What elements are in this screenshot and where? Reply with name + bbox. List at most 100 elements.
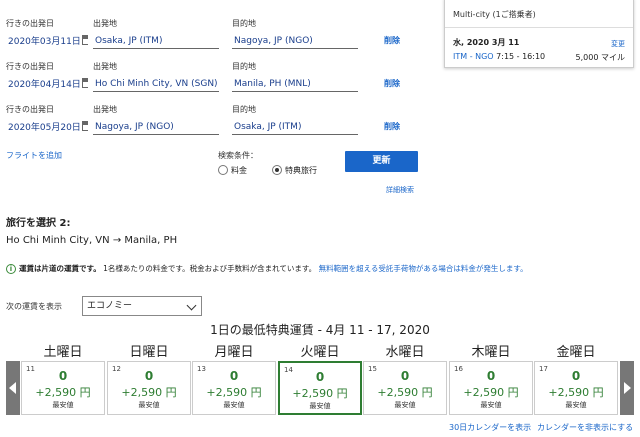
calendar-icon[interactable] — [81, 78, 88, 88]
day-fee: +2,590 円 — [121, 386, 177, 399]
departure-date-field[interactable]: 2020年04月14日 — [6, 78, 88, 92]
destination-label: 目的地 — [232, 62, 256, 71]
option-award-label: 特典旅行 — [285, 166, 317, 175]
day-of-week-label: 水曜日 — [385, 345, 425, 360]
calendar-day-cell[interactable]: 11 0 +2,590 円 最安値 — [21, 361, 105, 415]
show-30day-calendar-link[interactable]: 30日カレンダーを表示 — [449, 422, 531, 433]
hide-calendar-link[interactable]: カレンダーを非表示にする — [537, 422, 633, 433]
summary-time: 7:15 - 16:10 — [496, 52, 546, 61]
departure-date-field[interactable]: 2020年03月11日 — [6, 35, 88, 49]
summary-route-line: ITM - NGO 7:15 - 16:10 — [453, 52, 545, 61]
day-miles: 0 — [229, 369, 239, 383]
calendar-icon[interactable] — [81, 35, 88, 45]
delete-flight-link[interactable]: 削除 — [384, 121, 400, 132]
departure-date-field[interactable]: 2020年05月20日 — [6, 121, 88, 135]
day-fee: +2,590 円 — [292, 387, 348, 400]
day-of-week-label: 火曜日 — [300, 345, 340, 360]
calendar-day-cell[interactable]: 17 0 +2,590 円 最安値 — [534, 361, 618, 415]
departure-date-value: 2020年05月20日 — [8, 123, 81, 133]
update-button[interactable]: 更新 — [345, 151, 418, 172]
lowest-fare-tag: 最安値 — [394, 401, 416, 409]
day-fee: +2,590 円 — [548, 386, 604, 399]
radio-icon — [218, 165, 228, 175]
cabin-selected: エコノミー — [87, 301, 133, 311]
departure-date-value: 2020年04月14日 — [8, 80, 81, 90]
notice-text: 1名様あたりの料金です。税金および手数料が含まれています。 — [103, 264, 317, 273]
chevron-right-icon — [624, 382, 631, 394]
delete-flight-link[interactable]: 削除 — [384, 78, 400, 89]
summary-change-link[interactable]: 変更 — [611, 39, 625, 49]
day-fee: +2,590 円 — [35, 386, 91, 399]
destination-field[interactable]: Nagoya, JP (NGO) — [232, 35, 358, 49]
calendar-icon[interactable] — [81, 121, 88, 131]
day-miles: 0 — [400, 369, 410, 383]
origin-field[interactable]: Ho Chi Minh City, VN (SGN) — [93, 78, 219, 92]
add-flight-link[interactable]: フライトを追加 — [6, 150, 62, 161]
day-of-week-label: 金曜日 — [556, 345, 596, 360]
day-fee: +2,590 円 — [463, 386, 519, 399]
calendar-day-cell[interactable]: 15 0 +2,590 円 最安値 — [363, 361, 447, 415]
day-miles: 0 — [58, 369, 68, 383]
select-trip-heading: 旅行を選択 2: — [6, 218, 71, 229]
day-of-week-label: 木曜日 — [471, 345, 511, 360]
day-miles: 0 — [315, 370, 325, 384]
baggage-fee-link[interactable]: 無料範囲を超える受託手荷物がある場合は料金が発生します。 — [319, 264, 528, 273]
advanced-search-link[interactable]: 詳細検索 — [386, 185, 414, 195]
search-conditions-label: 検索条件： — [218, 151, 258, 160]
fare-notice: i 運賃は片道の運賃です。 1名様あたりの料金です。税金および手数料が含まれていま… — [6, 263, 528, 274]
day-fee: +2,590 円 — [206, 386, 262, 399]
origin-label: 出発地 — [93, 105, 117, 114]
departure-date-label: 行きの出発日 — [6, 19, 54, 28]
lowest-fare-tag: 最安値 — [480, 401, 502, 409]
route-arrow: → — [112, 235, 122, 246]
lowest-fare-tag: 最安値 — [52, 401, 74, 409]
option-fare-label: 料金 — [231, 166, 247, 175]
delete-flight-link[interactable]: 削除 — [384, 35, 400, 46]
origin-label: 出発地 — [93, 62, 117, 71]
origin-label: 出発地 — [93, 19, 117, 28]
cabin-label: 次の運賃を表示 — [6, 302, 62, 311]
departure-date-value: 2020年03月11日 — [8, 37, 81, 47]
lowest-fare-tag: 最安値 — [223, 401, 245, 409]
destination-field[interactable]: Osaka, JP (ITM) — [232, 121, 358, 135]
departure-date-label: 行きの出発日 — [6, 105, 54, 114]
select-trip-route: Ho Chi Minh City, VN → Manila, PH — [6, 235, 177, 246]
lowest-fare-tag: 最安値 — [309, 402, 331, 410]
summary-date: 水, 2020 3月 11 — [453, 38, 520, 47]
info-icon: i — [6, 264, 16, 274]
day-miles: 0 — [144, 369, 154, 383]
summary-divider — [445, 27, 633, 28]
origin-field[interactable]: Nagoya, JP (NGO) — [93, 121, 219, 135]
route-origin: Ho Chi Minh City, VN — [6, 235, 110, 246]
calendar-day-cell[interactable]: 16 0 +2,590 円 最安値 — [449, 361, 533, 415]
calendar-day-cell[interactable]: 12 0 +2,590 円 最安値 — [107, 361, 191, 415]
notice-bold: 運賃は片道の運賃です。 — [19, 264, 101, 273]
option-award-radio[interactable]: 特典旅行 — [272, 165, 317, 176]
cabin-select[interactable]: エコノミー — [82, 296, 202, 316]
summary-miles: 5,000 マイル — [575, 53, 625, 62]
destination-label: 目的地 — [232, 105, 256, 114]
summary-route: ITM - NGO — [453, 52, 494, 61]
day-of-week-label: 月曜日 — [214, 345, 254, 360]
destination-field[interactable]: Manila, PH (MNL) — [232, 78, 358, 92]
lowest-fare-tag: 最安値 — [565, 401, 587, 409]
summary-title: Multi-city (1ご搭乗者) — [453, 10, 536, 19]
calendar-prev-button[interactable] — [6, 361, 20, 415]
origin-field[interactable]: Osaka, JP (ITM) — [93, 35, 219, 49]
calendar-next-button[interactable] — [620, 361, 634, 415]
calendar-day-cell[interactable]: 14 0 +2,590 円 最安値 — [278, 361, 362, 415]
calendar-title: 1日の最低特典運賃 - 4月 11 - 17, 2020 — [210, 323, 430, 337]
trip-summary-card: Multi-city (1ご搭乗者) 水, 2020 3月 11 変更 ITM … — [444, 0, 634, 68]
day-of-week-label: 土曜日 — [43, 345, 83, 360]
destination-label: 目的地 — [232, 19, 256, 28]
day-of-week-label: 日曜日 — [129, 345, 169, 360]
day-miles: 0 — [571, 369, 581, 383]
chevron-left-icon — [9, 382, 16, 394]
day-fee: +2,590 円 — [377, 386, 433, 399]
route-destination: Manila, PH — [124, 235, 178, 246]
day-miles: 0 — [486, 369, 496, 383]
calendar-day-cell[interactable]: 13 0 +2,590 円 最安値 — [192, 361, 276, 415]
option-fare-radio[interactable]: 料金 — [218, 165, 247, 176]
chevron-down-icon — [186, 300, 197, 311]
departure-date-label: 行きの出発日 — [6, 62, 54, 71]
